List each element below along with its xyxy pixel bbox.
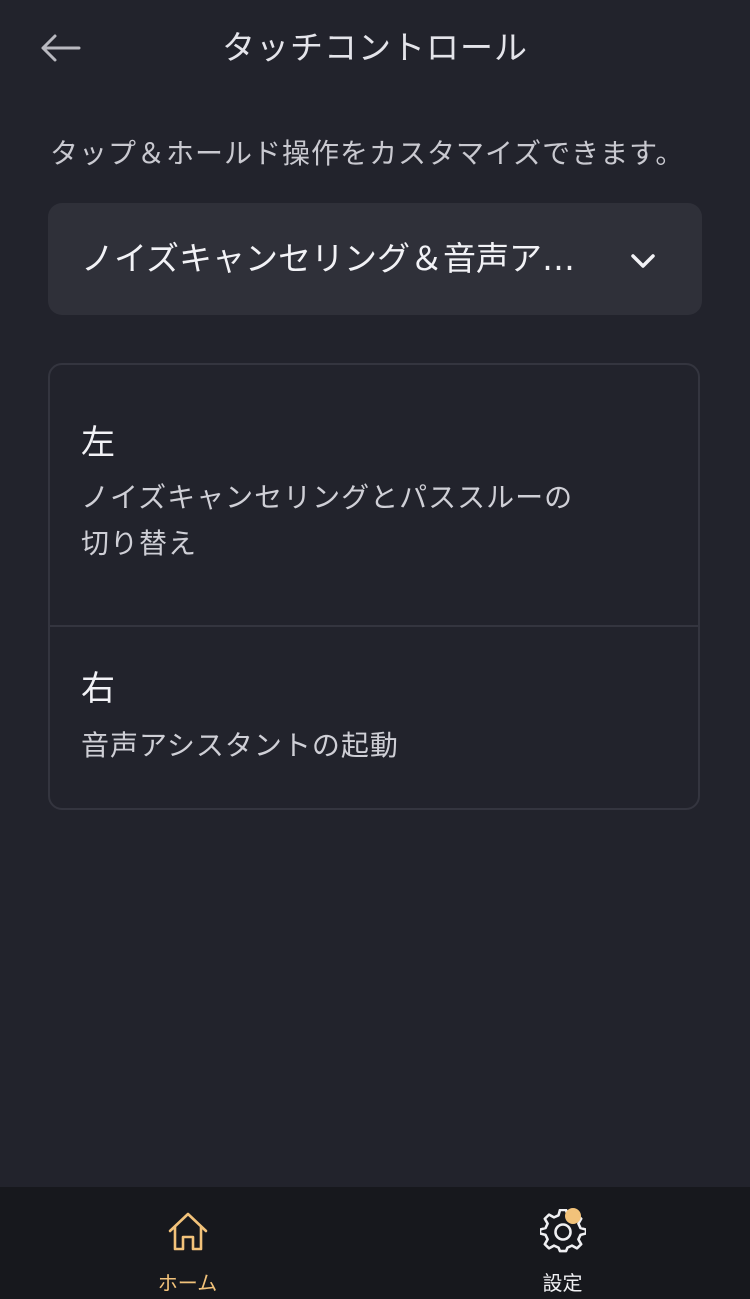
dropdown-selected-value: ノイズキャンセリング＆音声ア… bbox=[81, 239, 576, 278]
tab-home[interactable]: ホーム bbox=[0, 1187, 375, 1299]
bottom-tab-bar: ホーム 設定 bbox=[0, 1187, 750, 1299]
touch-controls-panel: 左 ノイズキャンセリングとパススルーの切り替え 右 音声アシスタントの起動 bbox=[48, 363, 700, 810]
tab-home-label: ホーム bbox=[157, 1271, 218, 1295]
header: タッチコントロール bbox=[0, 0, 750, 96]
control-row-left[interactable]: 左 ノイズキャンセリングとパススルーの切り替え bbox=[50, 365, 698, 627]
notification-badge bbox=[565, 1208, 581, 1224]
control-side-label: 右 bbox=[81, 669, 115, 709]
mode-dropdown[interactable]: ノイズキャンセリング＆音声ア… bbox=[48, 203, 702, 315]
description-text: タップ＆ホールド操作をカスタマイズできます。 bbox=[50, 137, 685, 170]
tab-settings[interactable]: 設定 bbox=[375, 1187, 750, 1299]
chevron-down-icon bbox=[631, 254, 655, 268]
page-title: タッチコントロール bbox=[222, 28, 528, 67]
tab-settings-label: 設定 bbox=[542, 1271, 583, 1295]
home-icon bbox=[168, 1212, 207, 1251]
control-action-label: 音声アシスタントの起動 bbox=[81, 729, 399, 762]
control-row-right[interactable]: 右 音声アシスタントの起動 bbox=[50, 627, 698, 810]
control-action-label: ノイズキャンセリングとパススルーの切り替え bbox=[81, 481, 574, 560]
control-side-label: 左 bbox=[81, 423, 115, 463]
